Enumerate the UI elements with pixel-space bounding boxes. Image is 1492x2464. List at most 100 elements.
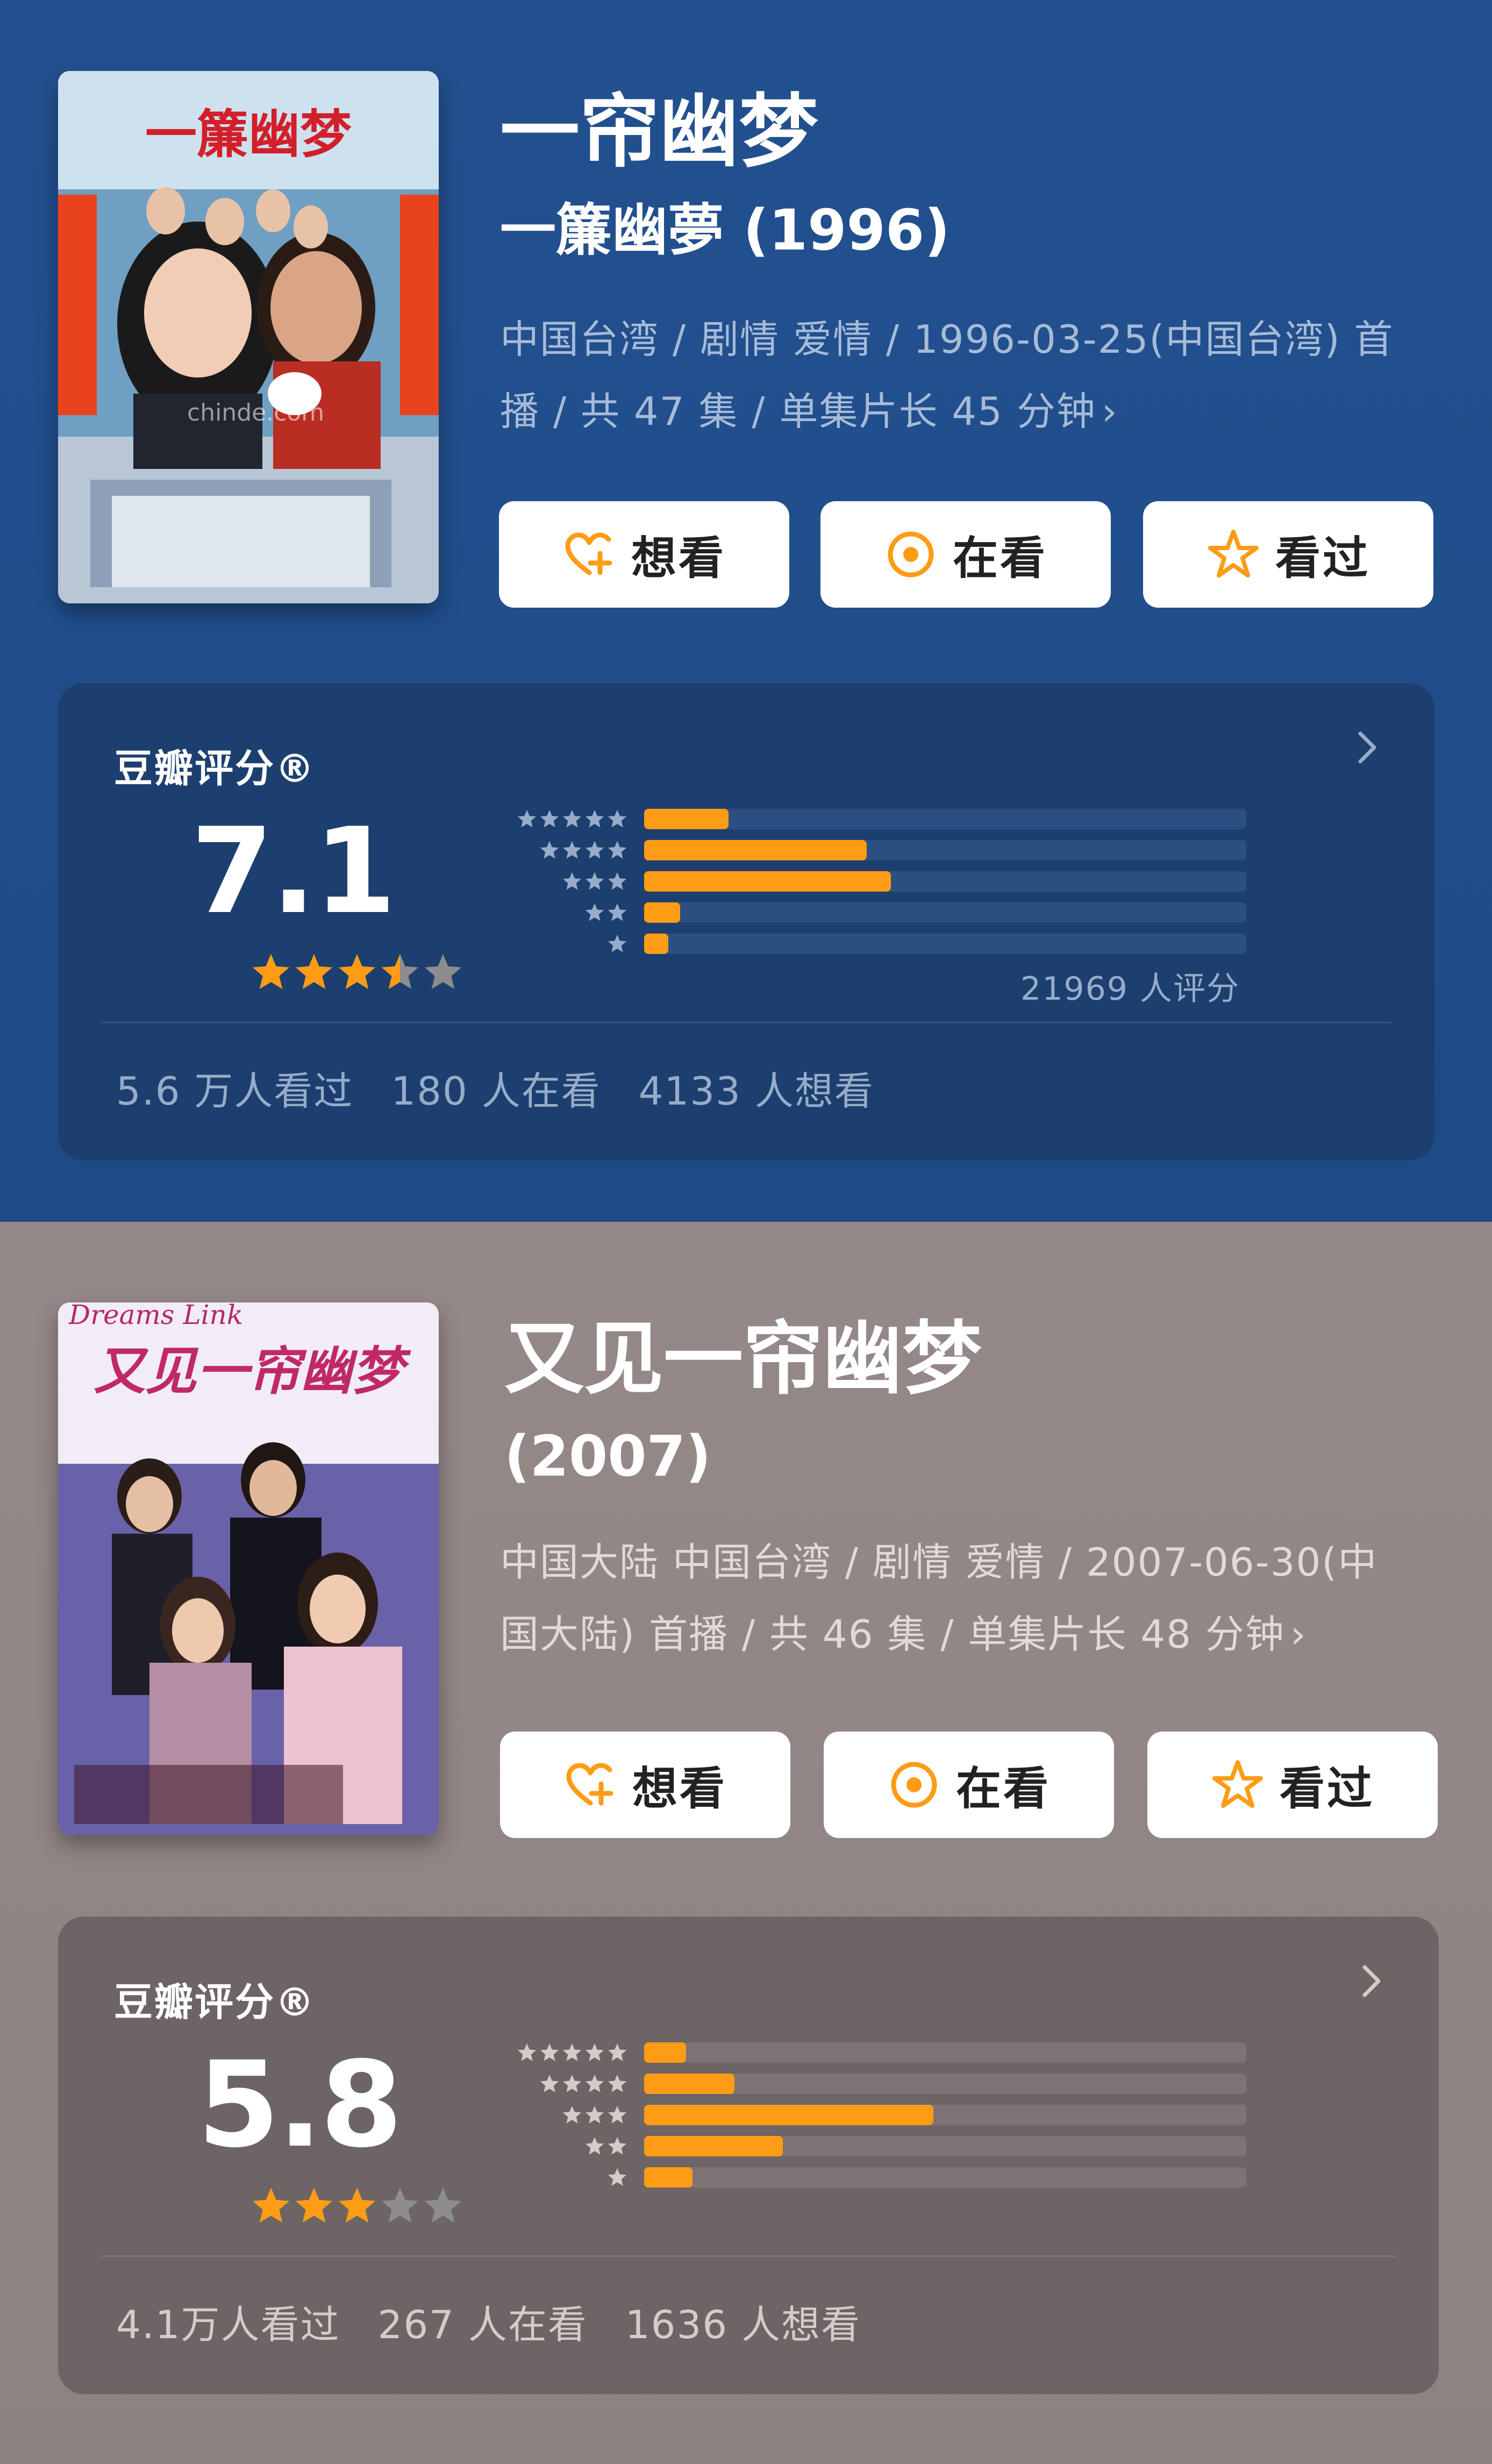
- distribution-bar: [644, 2167, 693, 2188]
- small-star-icon: [517, 2043, 537, 2061]
- small-star-icon: [608, 2043, 627, 2061]
- watched-button-label: 看过: [1275, 531, 1370, 585]
- distribution-star-label: [488, 2165, 628, 2190]
- small-star-icon: [540, 810, 559, 828]
- distribution-row-3-star: [488, 2103, 1305, 2127]
- small-star-icon: [608, 810, 627, 828]
- poster-image[interactable]: Dreams Link 又见一帘幽梦: [58, 1302, 439, 1835]
- chevron-right-icon[interactable]: [1355, 1960, 1387, 2003]
- small-star-icon: [562, 2106, 582, 2124]
- score-stars: [252, 2188, 462, 2223]
- distribution-track: [644, 2074, 1246, 2094]
- stats-row: 5.6 万人看过 180 人在看 4133 人想看: [116, 1059, 874, 1116]
- small-star-icon: [562, 2075, 582, 2092]
- stat-watching: 267 人在看: [377, 2302, 588, 2347]
- distribution-track: [644, 934, 1246, 954]
- small-star-icon: [585, 872, 604, 890]
- show-meta[interactable]: 中国台湾 / 剧情 爱情 / 1996-03-25(中国台湾) 首 播 / 共 …: [500, 303, 1425, 447]
- watching-button-label: 在看: [955, 1762, 1051, 1815]
- small-star-icon: [585, 2106, 604, 2124]
- small-star-icon: [608, 2106, 627, 2124]
- small-star-icon: [517, 810, 537, 828]
- distribution-star-label: [488, 2040, 628, 2065]
- small-star-icon: [562, 872, 582, 890]
- rating-label: 豆瓣评分®: [114, 746, 316, 791]
- watched-button[interactable]: 看过: [1147, 1732, 1438, 1838]
- distribution-star-label: [488, 2071, 628, 2096]
- distribution-star-label: [488, 807, 628, 831]
- show-title: 一帘幽梦: [500, 86, 818, 178]
- show-subtitle: (2007): [504, 1423, 711, 1489]
- divider: [101, 1022, 1391, 1023]
- rating-score: 7.1: [191, 802, 396, 940]
- watched-button[interactable]: 看过: [1143, 501, 1433, 608]
- small-star-icon: [608, 903, 627, 921]
- small-star-icon: [608, 872, 627, 890]
- want-button[interactable]: 想看: [499, 501, 789, 608]
- show-meta[interactable]: 中国大陆 中国台湾 / 剧情 爱情 / 2007-06-30(中 国大陆) 首播…: [500, 1526, 1425, 1670]
- target-circle-icon: [888, 531, 934, 578]
- watching-button[interactable]: 在看: [824, 1732, 1114, 1838]
- star-outline-icon: [1212, 1760, 1263, 1808]
- distribution-bar: [644, 840, 867, 860]
- chevron-right-icon[interactable]: [1351, 726, 1383, 769]
- distribution-star-label: [488, 931, 628, 956]
- small-star-icon: [562, 841, 582, 859]
- stat-wanted: 1636 人想看: [625, 2302, 861, 2347]
- small-star-icon: [585, 2137, 604, 2155]
- target-circle-icon: [891, 1762, 937, 1808]
- show-title: 又见一帘幽梦: [504, 1313, 982, 1405]
- distribution-row-2-star: [488, 2134, 1305, 2159]
- rating-score: 5.8: [197, 2036, 403, 2174]
- rating-star-icon: [295, 2188, 333, 2223]
- show-panel-1: 一簾幽梦 chinde.com 一帘幽梦 一簾幽夢 (1996) 中国台湾 / …: [0, 0, 1492, 1222]
- heart-plus-icon: [565, 532, 612, 575]
- distribution-bar: [644, 902, 681, 923]
- rating-card[interactable]: 豆瓣评分® 7.1 21969 人评分 5.6 万人看过 180 人在看 413…: [58, 683, 1434, 1160]
- rating-distribution: [488, 807, 1305, 979]
- watched-button-label: 看过: [1279, 1762, 1374, 1815]
- chevron-right-icon: ›: [1101, 389, 1118, 434]
- meta-line-2: 国大陆) 首播 / 共 46 集 / 单集片长 48 分钟 ›: [500, 1612, 1307, 1657]
- want-button[interactable]: 想看: [500, 1732, 790, 1838]
- rating-distribution: [488, 2040, 1305, 2212]
- small-star-icon: [562, 810, 582, 828]
- star-outline-icon: [1208, 530, 1259, 578]
- distribution-bar: [644, 2136, 783, 2156]
- distribution-star-label: [488, 869, 628, 894]
- rating-star-icon: [381, 954, 419, 989]
- watching-button[interactable]: 在看: [820, 501, 1111, 608]
- divider: [101, 2255, 1396, 2257]
- rating-star-icon: [295, 954, 333, 989]
- distribution-bar: [644, 2105, 933, 2125]
- distribution-track: [644, 2042, 1246, 2063]
- score-stars: [252, 954, 462, 989]
- small-star-icon: [585, 841, 604, 859]
- poster-english-title: Dreams Link: [69, 1302, 244, 1330]
- poster-watermark: chinde.com: [187, 399, 325, 426]
- rating-star-icon: [338, 954, 376, 989]
- small-star-icon: [585, 903, 604, 921]
- distribution-star-label: [488, 838, 628, 863]
- distribution-bar: [644, 934, 668, 954]
- small-star-icon: [562, 2043, 582, 2061]
- distribution-track: [644, 2105, 1246, 2125]
- want-button-label: 想看: [632, 1762, 727, 1815]
- stats-row: 4.1万人看过 267 人在看 1636 人想看: [116, 2293, 861, 2349]
- distribution-track: [644, 840, 1246, 860]
- distribution-bar: [644, 2074, 734, 2094]
- small-star-icon: [608, 2137, 627, 2155]
- stat-watching: 180 人在看: [391, 1069, 601, 1114]
- poster-image[interactable]: 一簾幽梦 chinde.com: [58, 71, 439, 603]
- distribution-bar: [644, 809, 729, 829]
- small-star-icon: [540, 2075, 559, 2092]
- rating-card[interactable]: 豆瓣评分® 5.8 4.1万人看过 267 人在看 1636 人想看: [58, 1917, 1439, 2394]
- distribution-track: [644, 871, 1246, 892]
- stat-watched: 4.1万人看过: [116, 2302, 340, 2347]
- distribution-row-5-star: [488, 807, 1305, 831]
- small-star-icon: [585, 810, 604, 828]
- small-star-icon: [608, 2075, 627, 2092]
- distribution-star-label: [488, 2134, 628, 2159]
- rating-star-icon: [424, 2188, 462, 2223]
- rating-star-icon: [252, 954, 290, 989]
